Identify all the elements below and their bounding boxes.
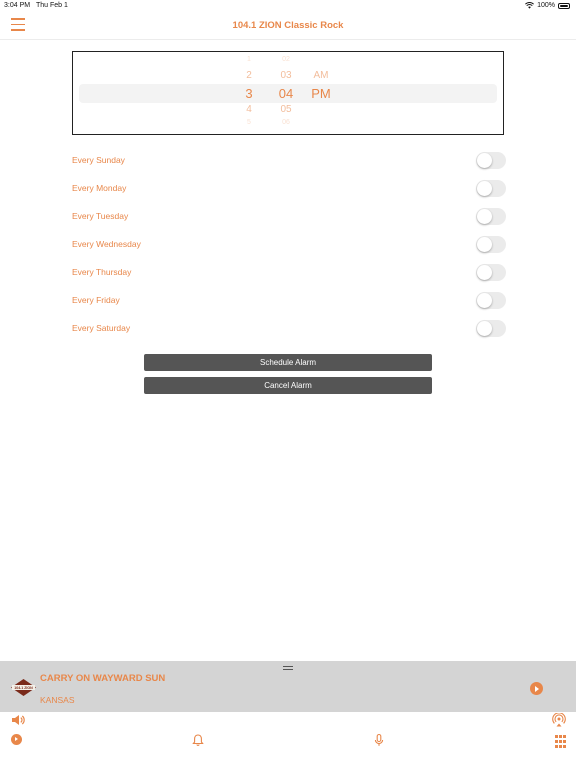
minute-selected: 04 — [278, 86, 294, 101]
bell-icon[interactable] — [191, 733, 205, 747]
hour-far-above: 1 — [247, 56, 251, 63]
tuesday-toggle[interactable] — [476, 208, 506, 225]
status-indicators: 100% — [525, 2, 570, 9]
nav-bar: 104.1 ZION Classic Rock — [0, 12, 576, 40]
toggle-knob — [477, 265, 492, 280]
thursday-toggle[interactable] — [476, 264, 506, 281]
day-label: Every Wednesday — [72, 239, 141, 249]
hour-wheel[interactable]: 1 2 3 4 5 — [239, 52, 259, 134]
status-date: Thu Feb 1 — [36, 2, 68, 9]
bottom-toolbar — [0, 712, 576, 768]
volume-icon[interactable] — [11, 713, 25, 727]
grid-menu-icon[interactable] — [555, 735, 569, 749]
minute-wheel[interactable]: 02 03 04 05 06 — [273, 52, 299, 134]
toggle-knob — [477, 181, 492, 196]
airplay-icon[interactable] — [552, 713, 566, 727]
monday-toggle[interactable] — [476, 180, 506, 197]
toggle-knob — [477, 293, 492, 308]
minute-above: 03 — [280, 70, 292, 81]
day-row-saturday: Every Saturday — [72, 320, 506, 338]
ampm-wheel[interactable]: AM PM — [309, 52, 333, 134]
hour-above: 2 — [246, 70, 252, 81]
day-label: Every Tuesday — [72, 211, 129, 221]
minute-far-below: 06 — [282, 119, 290, 126]
wednesday-toggle[interactable] — [476, 236, 506, 253]
toggle-knob — [477, 321, 492, 336]
battery-icon — [558, 2, 570, 9]
toggle-knob — [477, 153, 492, 168]
microphone-icon[interactable] — [372, 733, 386, 747]
day-row-thursday: Every Thursday — [72, 264, 506, 282]
now-playing-bar[interactable]: 104.1 ZION CARRY ON WAYWARD SUN KANSAS — [0, 661, 576, 712]
hour-far-below: 5 — [247, 119, 251, 126]
minute-far-above: 02 — [282, 56, 290, 63]
status-bar: 3:04 PM Thu Feb 1 100% — [0, 0, 576, 12]
ampm-above: AM — [313, 70, 329, 81]
saturday-toggle[interactable] — [476, 320, 506, 337]
cancel-alarm-button[interactable]: Cancel Alarm — [144, 377, 432, 394]
day-label: Every Thursday — [72, 267, 132, 277]
song-artist: KANSAS — [40, 695, 75, 705]
song-title: CARRY ON WAYWARD SUN — [40, 673, 166, 684]
now-playing-play-button[interactable] — [530, 682, 543, 695]
schedule-alarm-button[interactable]: Schedule Alarm — [144, 354, 432, 371]
day-row-tuesday: Every Tuesday — [72, 208, 506, 226]
station-logo-text: 104.1 ZION — [14, 686, 33, 690]
day-row-sunday: Every Sunday — [72, 152, 506, 170]
friday-toggle[interactable] — [476, 292, 506, 309]
battery-percent: 100% — [537, 2, 555, 9]
day-label: Every Saturday — [72, 323, 131, 333]
status-time: 3:04 PM — [4, 2, 31, 9]
page-title: 104.1 ZION Classic Rock — [232, 20, 344, 31]
ampm-selected: PM — [311, 86, 331, 101]
toggle-knob — [477, 209, 492, 224]
play-icon[interactable] — [11, 734, 22, 745]
hour-below: 4 — [246, 104, 252, 115]
hour-selected: 3 — [245, 86, 253, 101]
sunday-toggle[interactable] — [476, 152, 506, 169]
day-row-wednesday: Every Wednesday — [72, 236, 506, 254]
wifi-icon — [525, 2, 535, 9]
minute-below: 05 — [280, 104, 292, 115]
day-label: Every Sunday — [72, 155, 125, 165]
toggle-knob — [477, 237, 492, 252]
time-picker[interactable]: 1 2 3 4 5 02 03 04 05 06 AM PM — [72, 51, 504, 135]
day-row-friday: Every Friday — [72, 292, 506, 310]
day-row-monday: Every Monday — [72, 180, 506, 198]
drag-handle-icon[interactable] — [283, 666, 293, 670]
day-label: Every Friday — [72, 295, 120, 305]
day-label: Every Monday — [72, 183, 127, 193]
station-logo: 104.1 ZION — [11, 679, 36, 696]
